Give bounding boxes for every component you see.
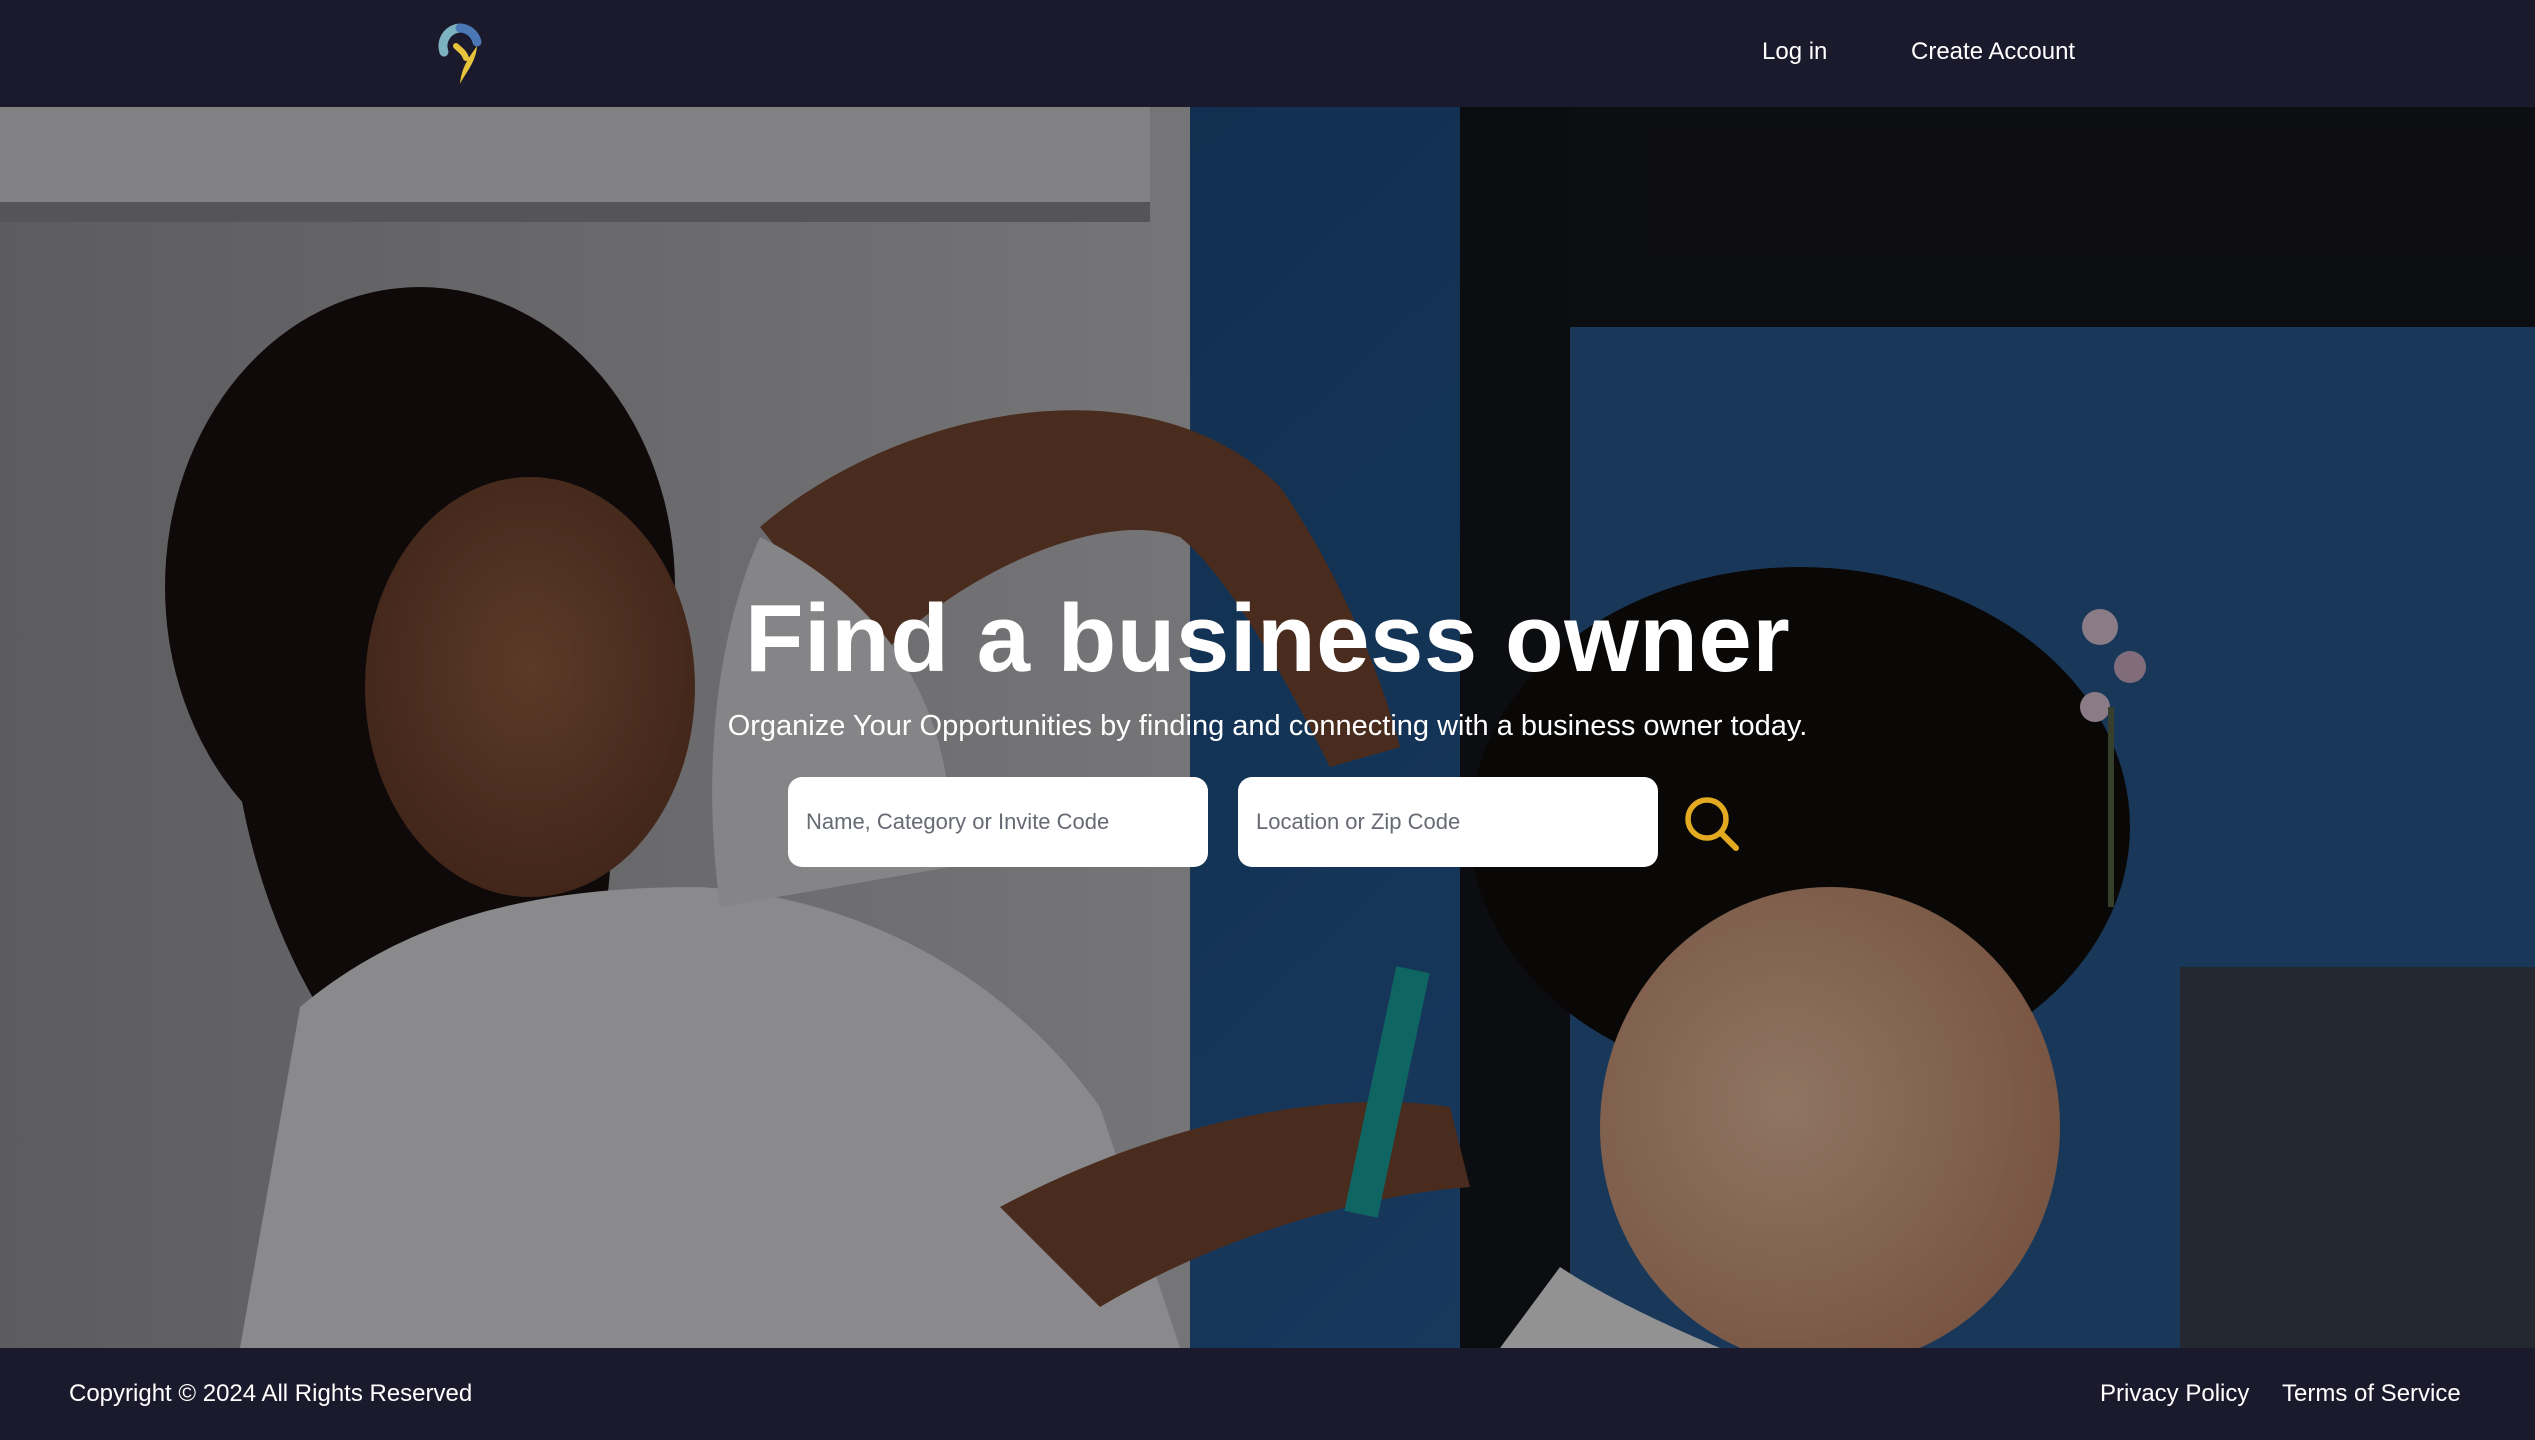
location-search-input[interactable] bbox=[1238, 777, 1658, 867]
top-navbar: Log in Create Account bbox=[0, 0, 2535, 107]
login-link[interactable]: Log in bbox=[1762, 34, 1827, 70]
search-button[interactable] bbox=[1682, 794, 1742, 854]
logo-link[interactable] bbox=[430, 16, 490, 88]
create-account-link[interactable]: Create Account bbox=[1911, 34, 2075, 70]
page: Log in Create Account Find a business ow… bbox=[0, 0, 2535, 1440]
search-icon bbox=[1685, 797, 1739, 851]
terms-of-service-link[interactable]: Terms of Service bbox=[2282, 1376, 2461, 1412]
hero-title: Find a business owner bbox=[744, 585, 1791, 692]
name-category-search-input[interactable] bbox=[788, 777, 1208, 867]
copyright-text: Copyright © 2024 All Rights Reserved bbox=[69, 1380, 473, 1407]
hero-subtitle: Organize Your Opportunities by finding a… bbox=[727, 710, 1808, 742]
footer: Copyright © 2024 All Rights Reserved Pri… bbox=[0, 1348, 2535, 1440]
hero-section: Find a business owner Organize Your Oppo… bbox=[0, 107, 2535, 1348]
privacy-policy-link[interactable]: Privacy Policy bbox=[2100, 1376, 2249, 1412]
location-pin-logo-icon bbox=[438, 23, 482, 84]
